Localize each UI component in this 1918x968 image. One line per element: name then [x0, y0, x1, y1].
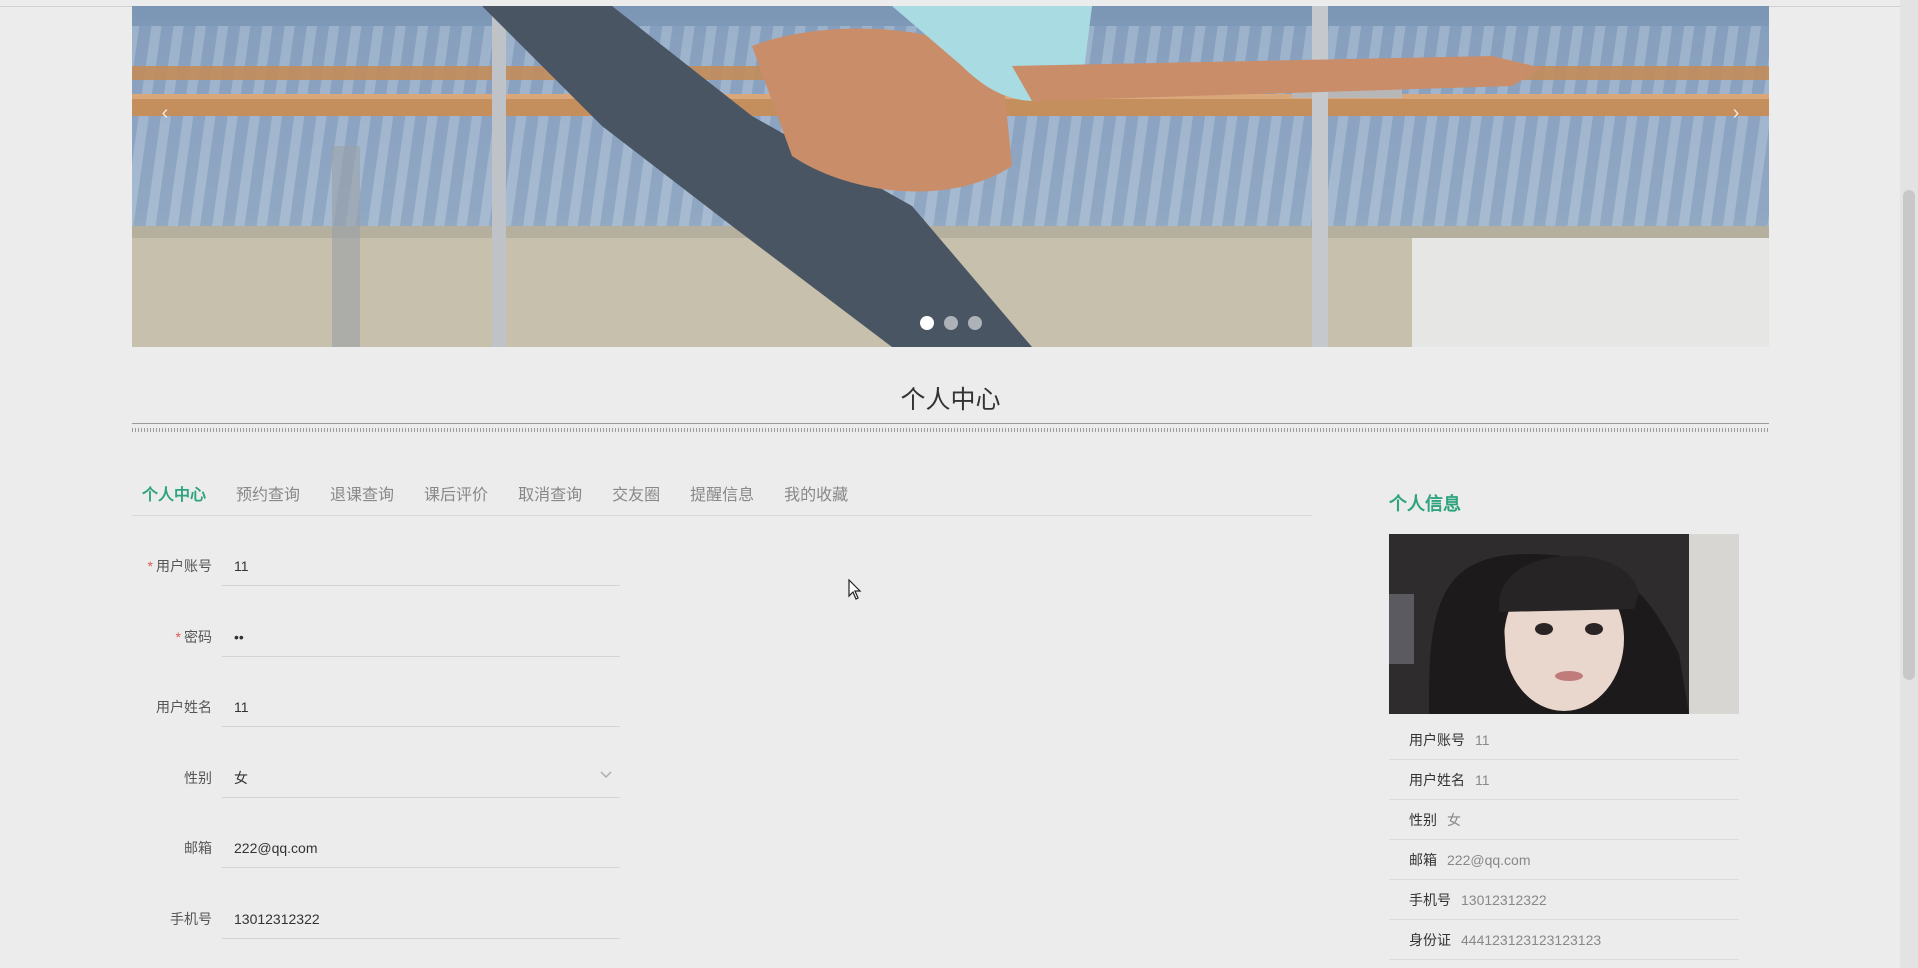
tab-course-review[interactable]: 课后评价 — [413, 482, 499, 514]
carousel-indicators — [132, 316, 1769, 330]
profile-info-panel: 个人信息 用户账号 11 用户姓名 11 性别女 邮箱 222@qq.com 手机号 1… — [1389, 490, 1739, 960]
mouse-cursor-icon — [848, 579, 862, 600]
required-mark: * — [147, 558, 153, 574]
phone-input[interactable] — [222, 899, 620, 939]
info-row-email: 邮箱 222@qq.com — [1389, 840, 1739, 880]
hero-carousel[interactable]: ‹ › — [132, 6, 1769, 347]
scrollbar-thumb[interactable] — [1903, 190, 1915, 680]
form-row-password: * 密码 — [132, 611, 652, 661]
password-label: * 密码 — [175, 629, 212, 645]
info-row-account: 用户账号 11 — [1389, 720, 1739, 760]
carousel-next-button[interactable]: › — [1721, 98, 1751, 128]
form-row-phone: 手机号 — [132, 893, 652, 943]
carousel-dot[interactable] — [967, 316, 982, 330]
info-row-phone: 手机号 13012312322 — [1389, 880, 1739, 920]
page-scrollbar[interactable] — [1900, 0, 1918, 968]
info-row-id-card: 身份证 444123123123123123 — [1389, 920, 1739, 960]
avatar — [1389, 534, 1739, 714]
required-mark: * — [175, 629, 181, 645]
account-label: * 用户账号 — [147, 558, 212, 574]
name-input[interactable] — [222, 687, 620, 727]
account-input[interactable] — [222, 546, 620, 586]
info-row-name: 用户姓名 11 — [1389, 760, 1739, 800]
gender-select[interactable]: 女 — [222, 758, 620, 798]
phone-label: 手机号 — [170, 911, 212, 927]
form-row-email: 邮箱 — [132, 822, 652, 872]
page-title: 个人中心 — [900, 386, 1001, 414]
carousel-dot[interactable] — [943, 316, 958, 330]
gender-selected-value: 女 — [234, 770, 248, 786]
email-input[interactable] — [222, 828, 620, 868]
form-row-name: 用户姓名 — [132, 681, 652, 731]
tab-friends-circle[interactable]: 交友圈 — [601, 482, 671, 514]
name-label: 用户姓名 — [156, 699, 212, 715]
info-row-gender: 性别女 — [1389, 800, 1739, 840]
tab-withdraw-query[interactable]: 退课查询 — [319, 482, 405, 514]
password-input[interactable] — [222, 617, 620, 657]
profile-info-list: 用户账号 11 用户姓名 11 性别女 邮箱 222@qq.com 手机号 130123… — [1389, 720, 1739, 960]
chevron-left-icon: ‹ — [161, 102, 169, 124]
form-row-gender: 性别 女 — [132, 752, 652, 802]
email-label: 邮箱 — [184, 840, 212, 856]
tab-booking-query[interactable]: 预约查询 — [225, 482, 311, 514]
form-row-account: * 用户账号 — [132, 540, 652, 590]
title-divider — [132, 423, 1769, 434]
tab-reminders[interactable]: 提醒信息 — [679, 482, 765, 514]
profile-tabs: 个人中心 预约查询 退课查询 课后评价 取消查询 交友圈 提醒信息 我的收藏 — [132, 482, 1312, 516]
tab-personal-center[interactable]: 个人中心 — [132, 482, 217, 514]
gender-label: 性别 — [184, 770, 212, 786]
chevron-right-icon: › — [1732, 102, 1740, 124]
carousel-slide-image — [132, 6, 1769, 347]
tab-cancel-query[interactable]: 取消查询 — [507, 482, 593, 514]
profile-info-title: 个人信息 — [1389, 494, 1461, 514]
carousel-prev-button[interactable]: ‹ — [150, 98, 180, 128]
carousel-dot[interactable] — [919, 316, 934, 330]
tab-favorites[interactable]: 我的收藏 — [773, 482, 859, 514]
